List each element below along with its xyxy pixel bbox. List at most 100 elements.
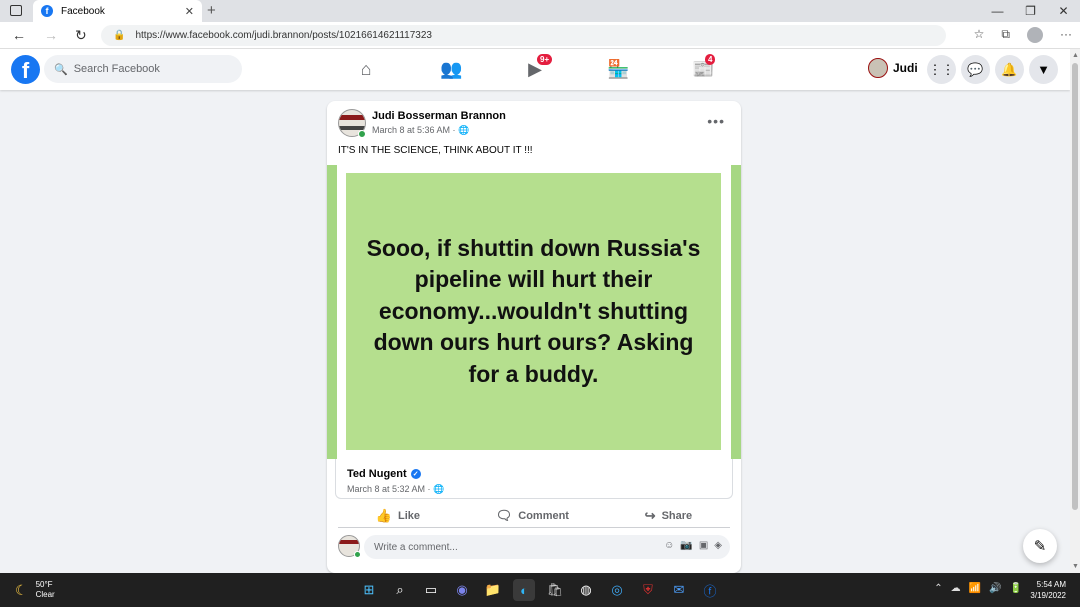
tab-title: Facebook — [61, 5, 105, 17]
post-actions: 👍 Like 🗨 Comment ↪ Share — [338, 504, 730, 528]
notifications-icon[interactable]: 🔔 — [995, 55, 1024, 84]
emoji-icon[interactable]: ☺ — [664, 540, 674, 551]
start-icon[interactable]: ⊞ — [358, 579, 380, 601]
comment-icon: 🗨 — [495, 507, 513, 523]
search-icon[interactable]: ⌕ — [389, 579, 411, 601]
facebook-favicon-icon: f — [41, 5, 53, 17]
scroll-down-icon[interactable]: ▼ — [1072, 563, 1079, 570]
browser-toolbar-icons: ☆ ⧉ ··· — [974, 27, 1072, 43]
windows-taskbar: ☾ 50°F Clear ⊞ ⌕ ▭ ◉ 📁 ◐ 🛍 ◍ ◎ ⛨ ✉ ⓕ ⌃ ☁… — [0, 573, 1080, 607]
page-scrollbar[interactable]: ▲ ▼ — [1070, 49, 1080, 573]
mail-icon[interactable]: ✉ — [668, 579, 690, 601]
more-menu-icon[interactable]: ··· — [1060, 27, 1072, 43]
gif-icon[interactable]: ▣ — [699, 540, 708, 551]
volume-icon[interactable]: 🔊 — [989, 583, 1001, 594]
minimize-button[interactable]: — — [981, 0, 1014, 22]
marketplace-icon[interactable]: 🏪 — [607, 59, 629, 79]
friends-icon[interactable]: 👥 — [440, 59, 462, 79]
app-icon[interactable]: ◍ — [575, 579, 597, 601]
user-name: Judi — [893, 61, 918, 75]
like-button[interactable]: 👍 Like — [376, 508, 420, 524]
new-tab-button[interactable]: + — [207, 2, 216, 19]
clock[interactable]: 5:54 AM 3/19/2022 — [1030, 579, 1066, 601]
search-input[interactable]: 🔍 Search Facebook — [44, 55, 242, 83]
share-icon: ↪ — [644, 507, 656, 523]
camera-icon[interactable]: 📷 — [680, 540, 692, 551]
url-text: https://www.facebook.com/judi.brannon/po… — [135, 30, 432, 41]
browser-icon[interactable]: ◎ — [606, 579, 628, 601]
sticker-icon[interactable]: ◈ — [714, 540, 722, 551]
home-icon[interactable]: ⌂ — [355, 59, 377, 79]
moon-icon: ☾ — [15, 581, 28, 598]
weather-widget[interactable]: ☾ 50°F Clear — [15, 580, 55, 600]
browser-tab-facebook[interactable]: f Facebook ✕ — [33, 0, 202, 22]
shared-timestamp[interactable]: March 8 at 5:32 AM · 🌐 — [347, 484, 444, 495]
menu-grid-icon[interactable]: ⋮⋮ — [927, 55, 956, 84]
task-view-icon[interactable]: ▭ — [420, 579, 442, 601]
address-bar-row: ← → ↻ 🔒 https://www.facebook.com/judi.br… — [0, 22, 1080, 49]
file-explorer-icon[interactable]: 📁 — [482, 579, 504, 601]
wifi-icon[interactable]: 📶 — [969, 583, 981, 594]
comment-composer: Write a comment... ☺ 📷 ▣ ◈ — [338, 535, 730, 559]
comment-placeholder: Write a comment... — [374, 541, 458, 553]
facebook-header: f 🔍 Search Facebook ⌂ 👥 ▶ 9+ 🏪 📰 4 Judi … — [0, 49, 1070, 90]
browser-profile-icon[interactable] — [1027, 27, 1043, 43]
refresh-icon[interactable]: ↻ — [75, 27, 87, 44]
post-timestamp[interactable]: March 8 at 5:36 AM · 🌐 — [372, 125, 469, 136]
post-image[interactable]: Sooo, if shuttin down Russia's pipeline … — [327, 165, 741, 459]
thumbs-up-icon: 👍 — [375, 507, 393, 523]
store-icon[interactable]: 🛍 — [544, 579, 566, 601]
watch-icon[interactable]: ▶ 9+ — [524, 54, 553, 79]
avatar — [868, 58, 888, 78]
forward-icon[interactable]: → — [44, 27, 58, 43]
scroll-up-icon[interactable]: ▲ — [1072, 52, 1079, 59]
tab-close-icon[interactable]: ✕ — [185, 5, 194, 18]
profile-chip[interactable]: Judi — [868, 58, 918, 78]
post-author[interactable]: Judi Bosserman Brannon — [372, 110, 506, 122]
meme-text: Sooo, if shuttin down Russia's pipeline … — [346, 173, 721, 450]
weather-condition: Clear — [35, 590, 55, 599]
date: 3/19/2022 — [1030, 591, 1066, 600]
collections-icon[interactable]: ⧉ — [1001, 27, 1010, 43]
taskbar-apps: ⊞ ⌕ ▭ ◉ 📁 ◐ 🛍 ◍ ◎ ⛨ ✉ ⓕ — [358, 579, 721, 601]
onedrive-icon[interactable]: ☁ — [951, 583, 961, 594]
facebook-logo-icon[interactable]: f — [11, 55, 40, 84]
shared-source-card: Ted Nugent ✓ March 8 at 5:32 AM · 🌐 — [335, 459, 733, 499]
time: 5:54 AM — [1036, 580, 1066, 589]
new-message-button[interactable]: ✎ — [1023, 529, 1057, 563]
account-dropdown-icon[interactable]: ▼ — [1029, 55, 1058, 84]
share-button[interactable]: ↪ Share — [645, 508, 692, 524]
watch-badge: 9+ — [537, 54, 553, 65]
restore-button[interactable]: ❐ — [1014, 0, 1047, 22]
feed-post: Judi Bosserman Brannon March 8 at 5:36 A… — [327, 101, 741, 573]
teams-chat-icon[interactable]: ◉ — [451, 579, 473, 601]
tab-actions-icon[interactable] — [10, 5, 22, 16]
online-indicator — [354, 551, 361, 558]
url-input[interactable]: 🔒 https://www.facebook.com/judi.brannon/… — [101, 25, 946, 46]
mcafee-icon[interactable]: ⛨ — [637, 579, 659, 601]
online-indicator — [358, 130, 366, 138]
verified-badge-icon: ✓ — [410, 469, 421, 479]
favorites-icon[interactable]: ☆ — [974, 27, 985, 43]
search-placeholder: Search Facebook — [73, 63, 160, 75]
browser-tab-strip: f Facebook ✕ + — ❐ ✕ — [0, 0, 1080, 22]
back-icon[interactable]: ← — [12, 27, 26, 43]
window-controls: — ❐ ✕ — [981, 0, 1080, 22]
facebook-app-icon[interactable]: ⓕ — [699, 579, 721, 601]
system-tray: ⌃ ☁ 📶 🔊 🔋 — [934, 583, 1022, 594]
scroll-thumb[interactable] — [1072, 63, 1078, 510]
close-window-button[interactable]: ✕ — [1047, 0, 1080, 22]
search-icon: 🔍 — [54, 63, 68, 76]
edge-icon[interactable]: ◐ — [513, 579, 535, 601]
lock-icon[interactable]: 🔒 — [113, 30, 125, 41]
shared-from-name[interactable]: Ted Nugent — [347, 468, 407, 480]
notification-badge: 4 — [705, 54, 716, 65]
comment-input[interactable]: Write a comment... ☺ 📷 ▣ ◈ — [364, 535, 730, 559]
temperature: 50°F — [35, 580, 53, 589]
comment-button[interactable]: 🗨 Comment — [496, 508, 569, 524]
battery-icon[interactable]: 🔋 — [1010, 583, 1022, 594]
news-feed-icon[interactable]: 📰 4 — [692, 54, 716, 79]
messenger-icon[interactable]: 💬 — [961, 55, 990, 84]
tray-chevron-icon[interactable]: ⌃ — [934, 583, 942, 594]
post-options-icon[interactable]: ••• — [707, 113, 725, 129]
